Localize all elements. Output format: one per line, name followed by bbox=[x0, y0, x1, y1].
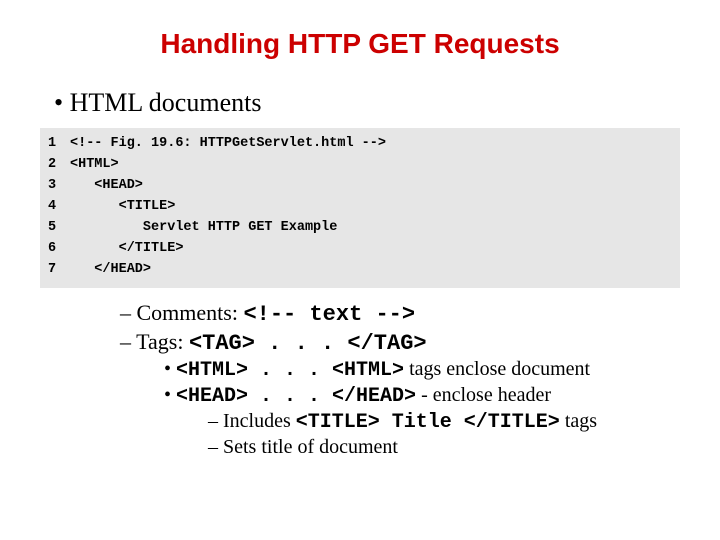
notes-level-4: Includes <TITLE> Title </TITLE> tags Set… bbox=[208, 410, 684, 459]
line-number: 7 bbox=[48, 260, 70, 281]
code-block: 1<!-- Fig. 19.6: HTTPGetServlet.html -->… bbox=[40, 128, 680, 288]
notes-level-3: <HTML> . . . <HTML> tags enclose documen… bbox=[164, 358, 684, 408]
note-tags: Tags: <TAG> . . . </TAG> bbox=[120, 329, 684, 356]
note-code: <!-- text --> bbox=[243, 302, 415, 327]
code-text: <HTML> bbox=[70, 157, 119, 172]
note-code: <TITLE> Title </TITLE> bbox=[296, 411, 560, 434]
code-text: <TITLE> bbox=[70, 199, 175, 214]
slide-title: Handling HTTP GET Requests bbox=[36, 28, 684, 60]
code-text: </HEAD> bbox=[70, 262, 151, 277]
line-number: 4 bbox=[48, 197, 70, 218]
code-line: 4 <TITLE> bbox=[48, 197, 672, 218]
code-text: <HEAD> bbox=[70, 178, 143, 193]
note-text: - enclose header bbox=[416, 384, 551, 406]
note-sets-title: Sets title of document bbox=[208, 436, 684, 459]
code-line: 3 <HEAD> bbox=[48, 176, 672, 197]
note-text: tags enclose document bbox=[404, 358, 590, 380]
note-text: Tags: bbox=[136, 329, 189, 354]
note-text: Includes bbox=[223, 410, 296, 432]
code-line: 6 </TITLE> bbox=[48, 239, 672, 260]
note-title-tags: Includes <TITLE> Title </TITLE> tags bbox=[208, 410, 684, 434]
code-line: 5 Servlet HTTP GET Example bbox=[48, 218, 672, 239]
note-code: <TAG> . . . </TAG> bbox=[189, 331, 427, 356]
line-number: 6 bbox=[48, 239, 70, 260]
code-text: Servlet HTTP GET Example bbox=[70, 220, 337, 235]
note-comments: Comments: <!-- text --> bbox=[120, 300, 684, 327]
code-text: <!-- Fig. 19.6: HTTPGetServlet.html --> bbox=[70, 136, 386, 151]
note-code: <HEAD> . . . </HEAD> bbox=[176, 385, 416, 408]
bullet-html-documents: HTML documents bbox=[54, 88, 684, 118]
note-html-tags: <HTML> . . . <HTML> tags enclose documen… bbox=[164, 358, 684, 382]
slide: Handling HTTP GET Requests HTML document… bbox=[0, 0, 720, 540]
code-text: </TITLE> bbox=[70, 241, 183, 256]
code-line: 7 </HEAD> bbox=[48, 260, 672, 281]
notes-level-2: Comments: <!-- text --> Tags: <TAG> . . … bbox=[120, 300, 684, 356]
line-number: 5 bbox=[48, 218, 70, 239]
note-code: <HTML> . . . <HTML> bbox=[176, 359, 404, 382]
note-text: Comments: bbox=[137, 300, 244, 325]
line-number: 3 bbox=[48, 176, 70, 197]
code-line: 1<!-- Fig. 19.6: HTTPGetServlet.html --> bbox=[48, 134, 672, 155]
note-text: tags bbox=[560, 410, 597, 432]
line-number: 1 bbox=[48, 134, 70, 155]
code-line: 2<HTML> bbox=[48, 155, 672, 176]
note-head-tags: <HEAD> . . . </HEAD> - enclose header bbox=[164, 384, 684, 408]
line-number: 2 bbox=[48, 155, 70, 176]
note-text: Sets title of document bbox=[223, 436, 398, 458]
